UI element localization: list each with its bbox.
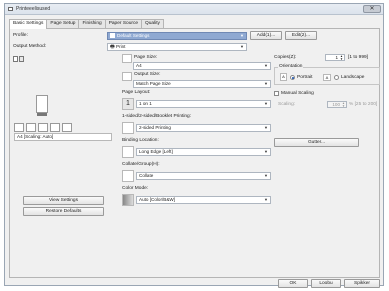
portrait-radio[interactable]	[290, 75, 295, 80]
cancel-button[interactable]: Loobu	[311, 279, 341, 288]
output-tray-icon	[62, 123, 72, 132]
page-preview: A4 [Scaling: Auto]	[12, 75, 114, 175]
ok-button[interactable]: OK	[278, 279, 308, 288]
printer-dialog: Printeeelisused ✕ Basic Settings Page Se…	[4, 3, 384, 288]
restore-defaults-button[interactable]: Restore Defaults	[23, 207, 104, 216]
profile-label: Profile:	[13, 33, 28, 38]
chevron-down-icon: ▼	[264, 63, 268, 68]
output-size-label: Output Size:	[134, 72, 161, 77]
output-method-label: Output Method:	[13, 44, 47, 49]
collate-select[interactable]: Collate ▼	[136, 172, 271, 180]
page-size-value: A4	[136, 63, 142, 68]
output-method-select[interactable]: 🖶 Print ▼	[107, 43, 247, 51]
preview-mode-icons[interactable]	[13, 56, 25, 62]
page-size-select[interactable]: A4 ▼	[133, 62, 271, 70]
sided-printing-select[interactable]: 2-sided Printing ▼	[136, 124, 271, 132]
manual-scaling-label: Manual Scaling	[281, 91, 314, 96]
color-mode-label: Color Mode:	[122, 186, 149, 191]
settings-preview-icon[interactable]	[19, 56, 24, 62]
collate-mode-icon	[122, 170, 134, 182]
chevron-down-icon: ▼	[264, 125, 268, 130]
copies-label: Copies(Z):	[274, 55, 297, 60]
binding-location-value: Long Edge [Left]	[139, 149, 173, 154]
landscape-label: Landscape	[341, 75, 365, 80]
landscape-icon: A	[323, 74, 331, 81]
output-size-icon	[122, 72, 132, 81]
landscape-radio[interactable]	[334, 75, 339, 80]
collate-icon	[50, 123, 60, 132]
page-layout-select[interactable]: 1 on 1 ▼	[136, 100, 271, 108]
scaling-label: Scaling:	[278, 102, 296, 107]
scaling-value: 100	[332, 102, 340, 107]
chevron-down-icon: ▼	[264, 101, 268, 106]
copies-spinner[interactable]: 1 ▲ ▼	[325, 54, 345, 61]
binding-location-label: Binding Location:	[122, 138, 159, 143]
chevron-down-icon: ▼	[240, 33, 244, 38]
layout-icon	[14, 123, 24, 132]
close-button[interactable]: ✕	[363, 5, 381, 13]
help-button[interactable]: Spikker	[344, 279, 380, 288]
tab-page-setup[interactable]: Page Setup	[46, 19, 80, 28]
print-icon: 🖶	[110, 44, 115, 50]
chevron-down-icon: ▼	[264, 149, 268, 154]
manual-scaling-checkbox[interactable]	[274, 91, 279, 96]
profile-icon	[110, 33, 115, 38]
preview-icon-row	[14, 123, 110, 133]
spinner-arrows-icon[interactable]: ▲ ▼	[342, 102, 345, 108]
view-settings-button[interactable]: View Settings	[23, 196, 104, 205]
output-size-select[interactable]: Match Page Size ▼	[133, 80, 271, 88]
chevron-down-icon: ▼	[240, 44, 244, 49]
page-layout-value: 1 on 1	[139, 101, 152, 106]
edit-profile-button[interactable]: Edit(2)...	[285, 31, 317, 40]
tab-paper-source[interactable]: Paper Source	[104, 19, 143, 28]
tab-quality[interactable]: Quality	[141, 19, 164, 28]
orientation-label: Orientation	[278, 64, 304, 69]
page-thumbnail	[36, 95, 48, 113]
page-preview-icon[interactable]	[13, 56, 18, 62]
chevron-down-icon: ▼	[264, 197, 268, 202]
page-shadow	[37, 113, 47, 116]
copies-value: 1	[335, 55, 338, 60]
staple-icon	[38, 123, 48, 132]
profile-value: Default Settings	[117, 33, 150, 38]
portrait-icon: A	[280, 73, 287, 81]
window-title: Printeeelisused	[16, 6, 51, 12]
title-bar: Printeeelisused ✕	[5, 4, 383, 15]
tab-bar: Basic Settings Page Setup Finishing Pape…	[9, 19, 164, 29]
color-mode-icon	[122, 194, 134, 206]
sided-printing-value: 2-sided Printing	[139, 125, 171, 130]
output-size-value: Match Page Size	[136, 81, 171, 86]
duplex-print-icon	[122, 122, 134, 134]
collate-label: Collate/Group(H):	[122, 162, 160, 167]
chevron-down-icon: ▼	[264, 173, 268, 178]
page-size-icon	[122, 54, 132, 63]
scaling-spinner[interactable]: 100 ▲ ▼	[327, 101, 347, 108]
tab-basic-settings[interactable]: Basic Settings	[9, 19, 48, 29]
tab-finishing[interactable]: Finishing	[78, 19, 106, 28]
scaling-range: % [25 to 200]	[349, 102, 378, 107]
collate-value: Collate	[139, 173, 154, 178]
basic-settings-panel: Profile: Default Settings ▼ Add(1)... Ed…	[9, 28, 380, 278]
duplex-icon	[26, 123, 36, 132]
copies-range: [1 to 999]	[348, 55, 369, 60]
color-mode-value: Auto [Color/B&W]	[139, 197, 175, 202]
add-profile-button[interactable]: Add(1)...	[250, 31, 282, 40]
chevron-down-icon: ▼	[264, 81, 268, 86]
page-size-label: Page Size:	[134, 55, 158, 60]
page-layout-label: Page Layout:	[122, 90, 151, 95]
color-mode-select[interactable]: Auto [Color/B&W] ▼	[136, 196, 271, 204]
spinner-arrows-icon[interactable]: ▲ ▼	[340, 55, 343, 61]
output-method-value: Print	[116, 44, 126, 49]
gutter-button[interactable]: Gutter...	[274, 138, 359, 147]
binding-icon	[122, 146, 134, 158]
page-layout-badge: 1	[122, 98, 134, 110]
profile-select[interactable]: Default Settings ▼	[107, 32, 247, 40]
printer-icon	[8, 7, 13, 11]
preview-status: A4 [Scaling: Auto]	[14, 133, 112, 141]
binding-location-select[interactable]: Long Edge [Left] ▼	[136, 148, 271, 156]
portrait-label: Portrait	[297, 75, 313, 80]
sided-printing-label: 1-sided/2-sided/Booklet Printing:	[122, 114, 192, 119]
